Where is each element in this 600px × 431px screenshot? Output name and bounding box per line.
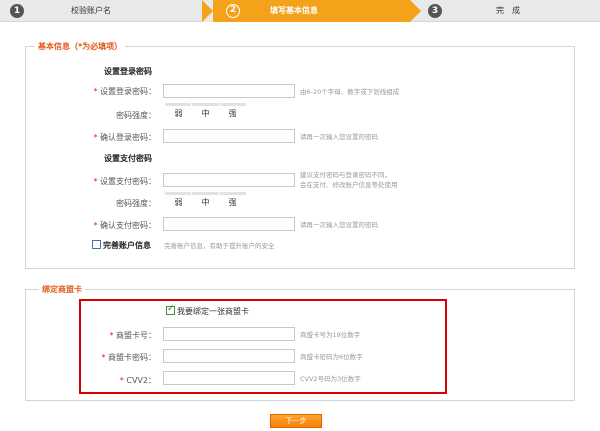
- required-mark: *: [93, 133, 98, 142]
- pay-password-strength-meter: 弱 中 强: [165, 192, 246, 208]
- pay-password-hint-line-2: 会在支付、修改账户信息等处使用: [300, 181, 398, 189]
- required-mark: *: [93, 177, 98, 186]
- pay-password-input[interactable]: [163, 173, 295, 187]
- bind-card-legend: 绑定商盟卡: [39, 284, 85, 295]
- login-password-label-text: 设置登录密码：: [100, 87, 156, 96]
- strength-bar: [165, 192, 192, 195]
- highlight-box: [79, 299, 447, 394]
- arrow-shape: [410, 0, 421, 22]
- pay-password-label: * 设置支付密码：: [46, 176, 156, 187]
- complete-info-hint: 完善账户信息，有助于提升账户的安全: [164, 242, 275, 250]
- strength-strong: 强: [228, 109, 237, 118]
- confirm-pay-label-text: 确认支付密码：: [100, 221, 156, 230]
- login-password-label: * 设置登录密码：: [46, 86, 156, 97]
- step-progress-bar: 1 校验账户名 2 填写基本信息 3 完 成: [0, 0, 600, 22]
- strength-weak: 弱: [174, 198, 183, 207]
- complete-info-label[interactable]: 完善账户信息: [103, 240, 151, 251]
- strength-weak: 弱: [174, 109, 183, 118]
- pay-password-label-text: 设置支付密码：: [100, 177, 156, 186]
- arrow-shape: [202, 0, 213, 22]
- strength-bar: [192, 192, 219, 195]
- login-password-section-title: 设置登录密码: [104, 67, 152, 76]
- basic-info-legend: 基本信息（*为必填项）: [35, 41, 126, 52]
- confirm-pay-password-hint: 请再一次输入您设置的密码: [300, 221, 378, 229]
- step-2-label: 填写基本信息: [270, 6, 318, 15]
- pay-strength-label: 密码强度：: [116, 199, 156, 208]
- strength-bar: [192, 103, 219, 106]
- confirm-login-label-text: 确认登录密码：: [100, 133, 156, 142]
- step-1-label: 校验账户名: [71, 6, 111, 15]
- strength-bar: [219, 103, 246, 106]
- step-2-number-icon: 2: [226, 4, 240, 18]
- strength-medium: 中: [201, 198, 210, 207]
- pay-password-section-title: 设置支付密码: [104, 154, 152, 163]
- login-password-input[interactable]: [163, 84, 295, 98]
- step-3-number-icon: 3: [428, 4, 442, 18]
- next-step-button[interactable]: 下一步: [270, 414, 322, 428]
- confirm-pay-password-input[interactable]: [163, 217, 295, 231]
- confirm-pay-password-label: * 确认支付密码：: [46, 220, 156, 231]
- complete-info-checkbox[interactable]: [92, 240, 101, 249]
- strength-bar: [219, 192, 246, 195]
- required-mark: *: [93, 87, 98, 96]
- confirm-login-password-label: * 确认登录密码：: [46, 132, 156, 143]
- login-password-strength-meter: 弱 中 强: [165, 103, 246, 119]
- step-3-label: 完 成: [496, 6, 520, 15]
- confirm-login-password-hint: 请再一次输入您设置的密码: [300, 133, 378, 141]
- strength-strong: 强: [228, 198, 237, 207]
- step-1-number-icon: 1: [10, 4, 24, 18]
- required-mark: *: [93, 221, 98, 230]
- strength-bar: [165, 103, 192, 106]
- step-2-current: 2 填写基本信息: [202, 0, 421, 22]
- strength-medium: 中: [201, 109, 210, 118]
- login-password-hint: 由6-20个字母、数字或下划线组成: [300, 88, 400, 96]
- pay-password-hint-line-1: 建议支付密码与登录密码不同，: [300, 171, 391, 179]
- confirm-login-password-input[interactable]: [163, 129, 295, 143]
- login-strength-label: 密码强度：: [116, 111, 156, 120]
